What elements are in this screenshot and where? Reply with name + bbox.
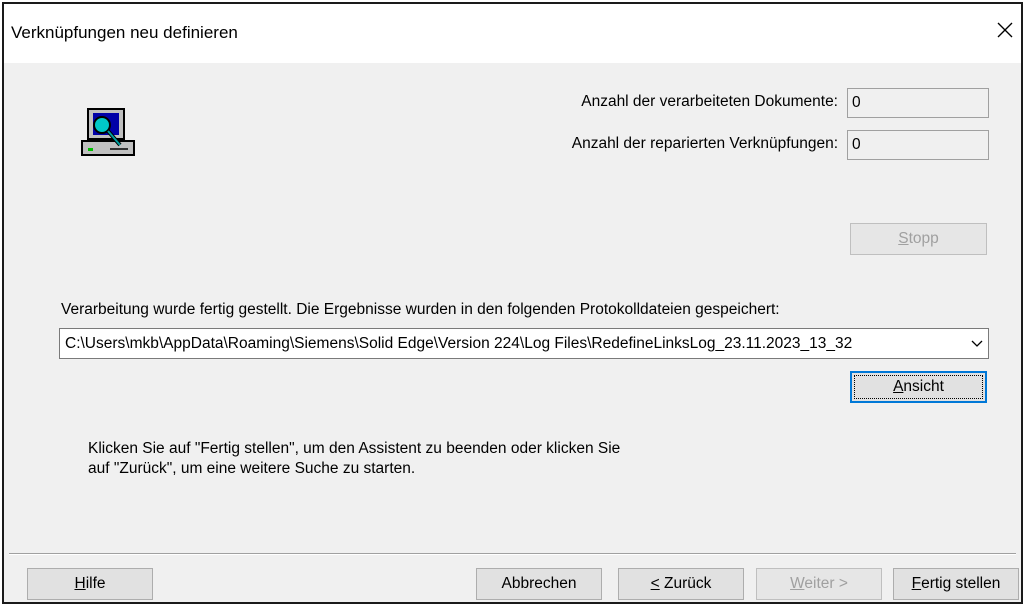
footer-separator bbox=[9, 553, 1016, 555]
cancel-button[interactable]: Abbrechen bbox=[476, 568, 602, 600]
finish-label-rest: ertig stellen bbox=[921, 575, 1001, 592]
back-label-rest: Zurück bbox=[659, 575, 712, 592]
log-file-path: C:\Users\mkb\AppData\Roaming\Siemens\Sol… bbox=[65, 335, 853, 352]
focus-ring bbox=[854, 375, 983, 399]
repaired-links-label: Anzahl der reparierten Verknüpfungen: bbox=[571, 135, 838, 152]
instructions-line-2: auf "Zurück", um eine weitere Suche zu s… bbox=[88, 460, 416, 477]
finish-button[interactable]: Fertig stellen bbox=[893, 568, 1019, 600]
help-button[interactable]: Hilfe bbox=[27, 568, 153, 600]
back-button[interactable]: < Zurück bbox=[618, 568, 744, 600]
processed-documents-label: Anzahl der verarbeiteten Dokumente: bbox=[581, 93, 838, 110]
log-file-combobox[interactable]: C:\Users\mkb\AppData\Roaming\Siemens\Sol… bbox=[59, 328, 989, 359]
redefine-links-dialog: Verknüpfungen neu definieren Anzahl der … bbox=[2, 2, 1023, 604]
title-bar: Verknüpfungen neu definieren bbox=[4, 4, 1021, 63]
stop-label-rest: topp bbox=[908, 230, 939, 247]
result-message: Verarbeitung wurde fertig gestellt. Die … bbox=[61, 301, 780, 318]
help-mnemonic: H bbox=[74, 575, 86, 592]
back-mnemonic: < bbox=[650, 575, 660, 592]
next-mnemonic: W bbox=[790, 575, 805, 592]
window-title: Verknüpfungen neu definieren bbox=[11, 23, 238, 42]
processed-documents-value: 0 bbox=[847, 88, 989, 118]
finish-mnemonic: F bbox=[911, 575, 922, 592]
stop-button[interactable]: Stopp bbox=[850, 223, 987, 255]
stop-mnemonic: S bbox=[898, 230, 909, 247]
view-button[interactable]: Ansicht bbox=[850, 371, 987, 403]
next-button[interactable]: Weiter > bbox=[756, 568, 882, 600]
repaired-links-value: 0 bbox=[847, 130, 989, 160]
computer-search-icon bbox=[80, 107, 138, 159]
next-label-rest: eiter > bbox=[804, 575, 848, 592]
chevron-down-icon[interactable] bbox=[970, 337, 984, 351]
instructions-line-1: Klicken Sie auf "Fertig stellen", um den… bbox=[88, 440, 621, 457]
close-icon[interactable] bbox=[993, 18, 1017, 42]
help-label-rest: ilfe bbox=[85, 575, 106, 592]
